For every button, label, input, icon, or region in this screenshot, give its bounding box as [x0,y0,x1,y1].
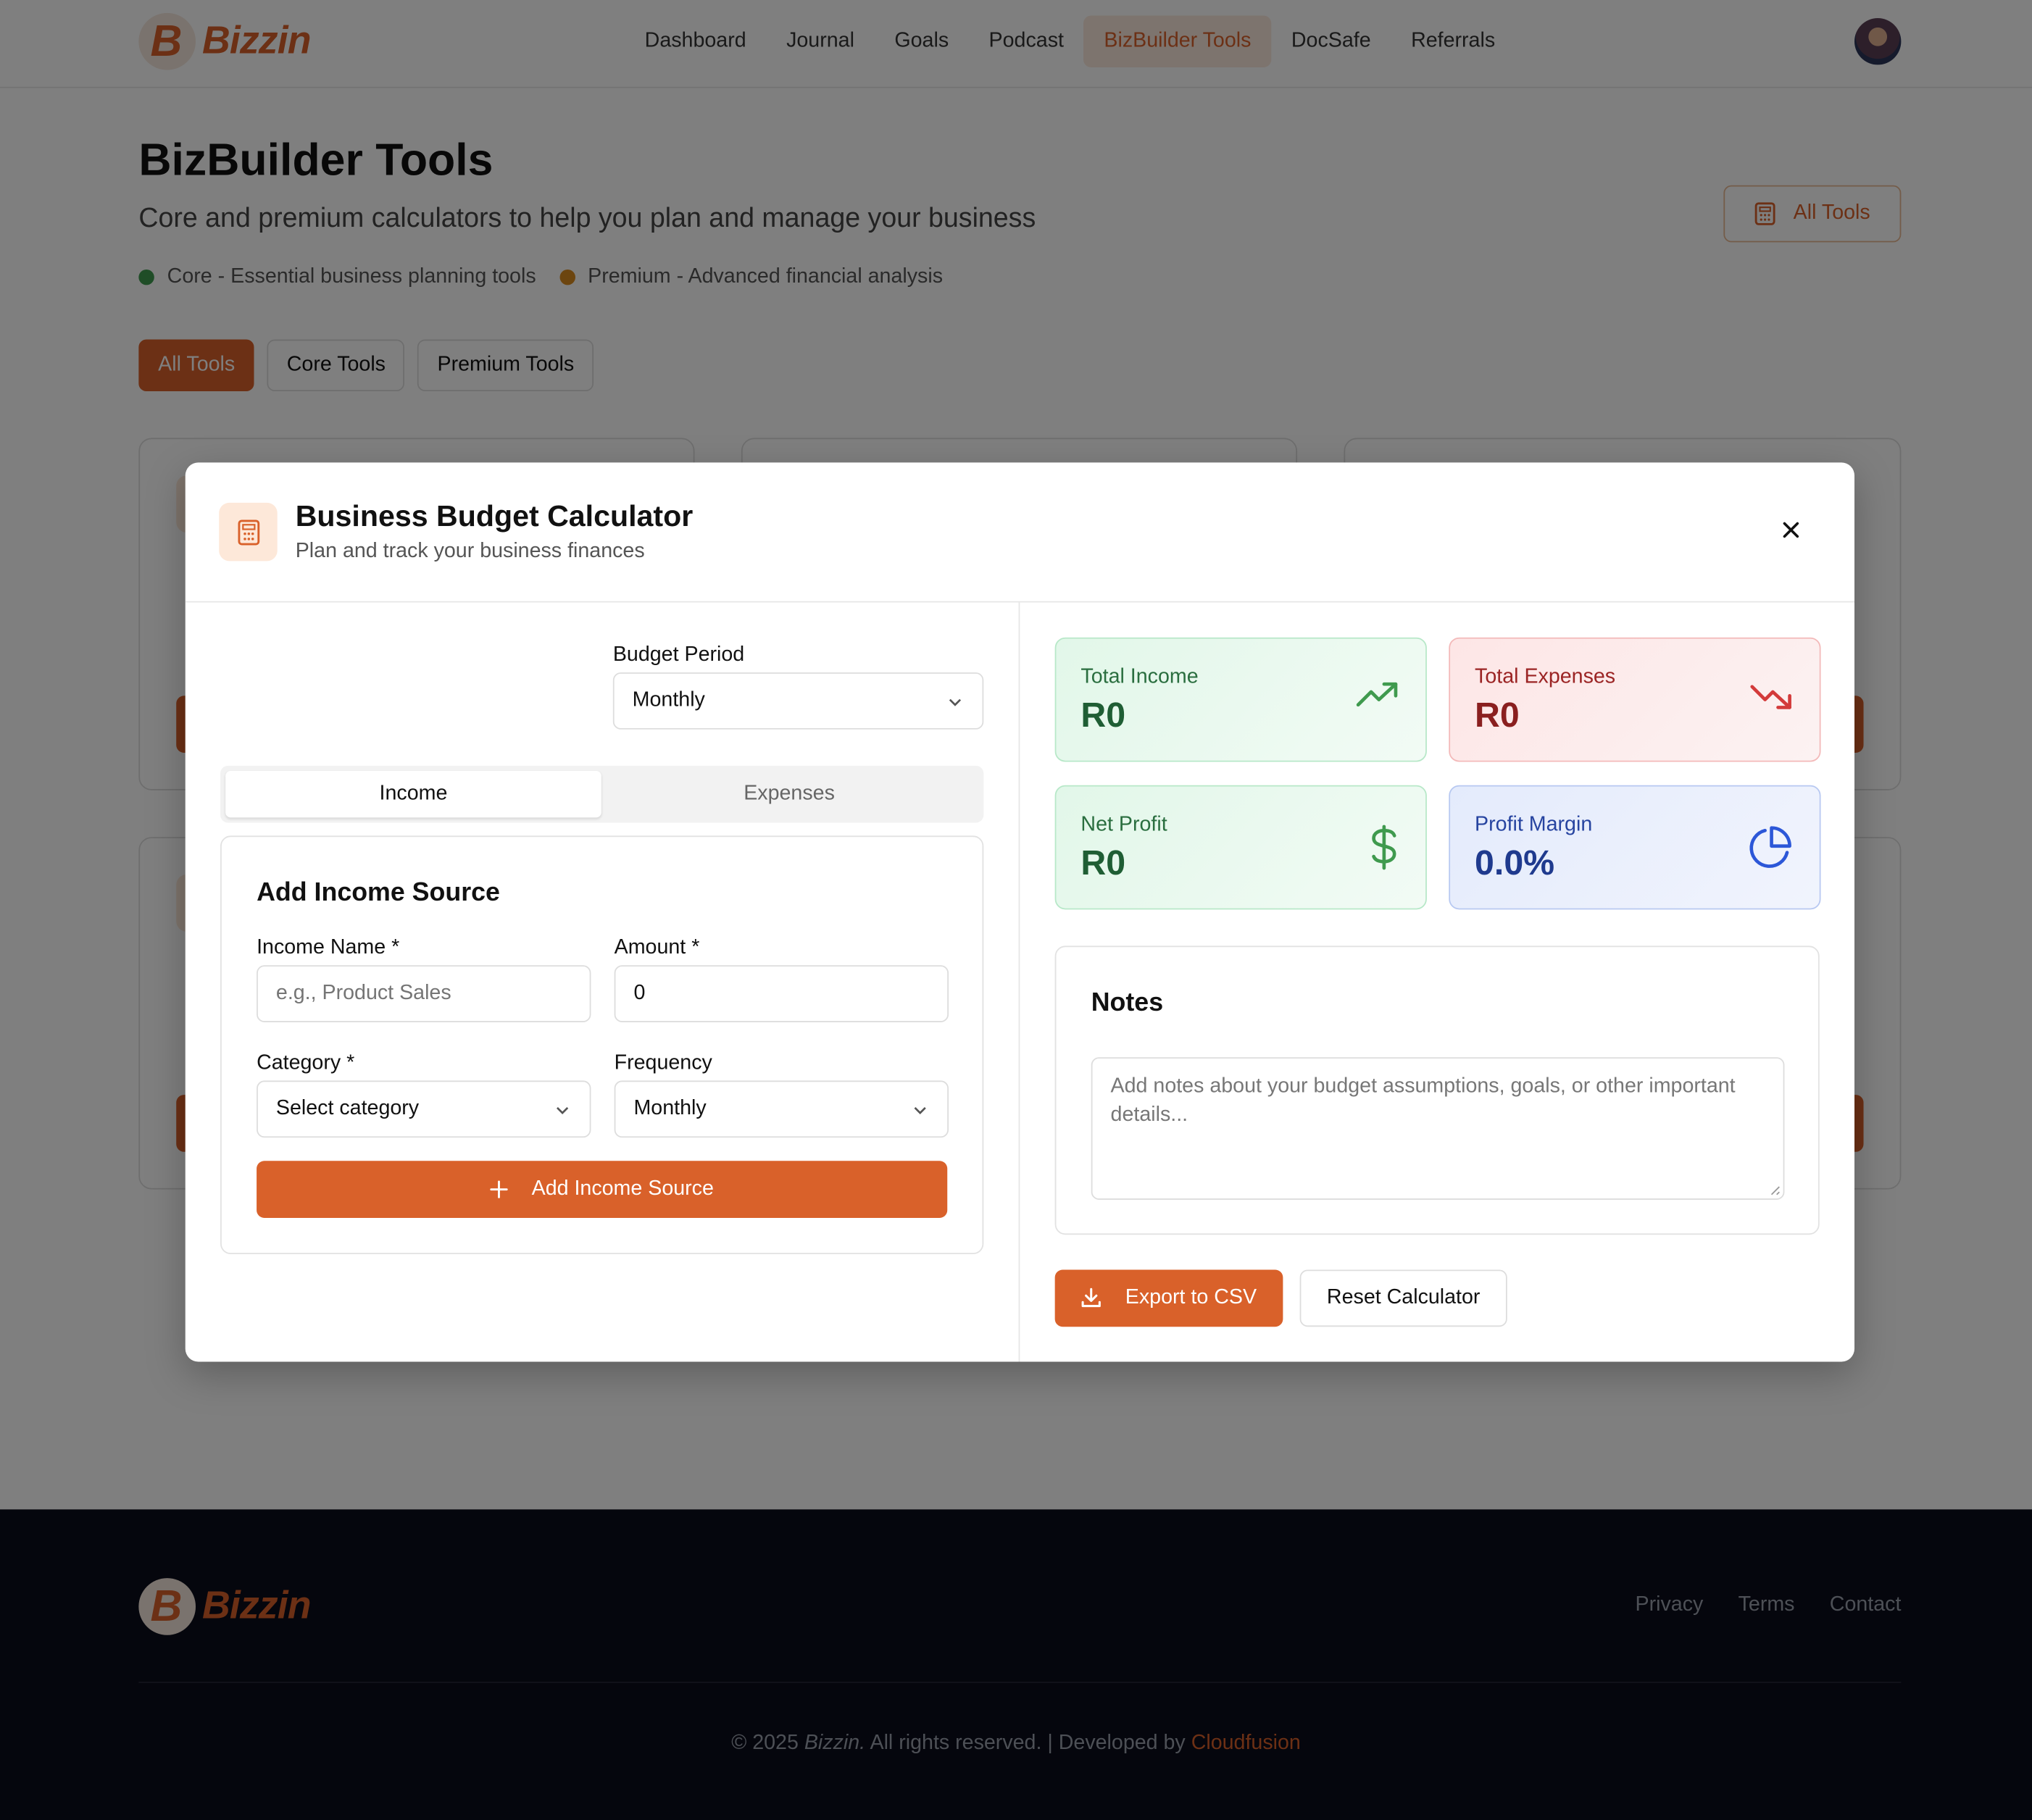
add-income-source-label: Add Income Source [531,1177,714,1200]
income-name-label: Income Name * [257,936,400,959]
add-income-source-button[interactable]: Add Income Source [257,1161,948,1218]
notes-title: Notes [1091,988,1164,1017]
category-select[interactable]: Select category [257,1080,591,1138]
chevron-down-icon [949,698,962,706]
net-profit-card: Net Profit R0 [1054,785,1427,910]
resize-handle-icon[interactable] [1767,1183,1781,1196]
form-title: Add Income Source [257,878,500,907]
download-icon [1082,1287,1102,1308]
calculator-icon [219,502,278,562]
net-profit-label: Net Profit [1080,814,1167,836]
tab-income[interactable]: Income [225,771,601,818]
modal-title: Business Budget Calculator [295,498,694,533]
profit-margin-card: Profit Margin 0.0% [1449,785,1821,910]
income-name-input[interactable] [257,965,591,1022]
frequency-label: Frequency [614,1052,712,1074]
budget-period-value: Monthly [632,689,705,711]
notes-card: Notes Add notes about your budget assump… [1054,946,1820,1235]
trending-up-icon [1356,682,1398,707]
total-expenses-card: Total Expenses R0 [1449,637,1821,762]
budget-period-select[interactable]: Monthly [612,672,984,730]
chevron-down-icon [914,1107,926,1115]
pie-chart-icon [1749,826,1791,868]
dollar-icon [1372,825,1396,870]
category-value: Select category [275,1097,420,1120]
tab-expenses[interactable]: Expenses [601,771,978,817]
add-income-form: Add Income Source Income Name * Amount *… [220,835,984,1255]
modal-column-divider [1018,602,1020,1362]
frequency-value: Monthly [633,1097,707,1120]
amount-input[interactable]: 0 [614,965,949,1022]
profit-margin-value: 0.0% [1475,843,1555,882]
total-income-label: Total Income [1080,666,1199,688]
total-income-value: R0 [1080,696,1126,735]
frequency-select[interactable]: Monthly [614,1080,949,1138]
amount-value: 0 [633,982,646,1004]
reset-calculator-button[interactable]: Reset Calculator [1299,1269,1507,1327]
budget-period-label: Budget Period [612,643,745,667]
total-expenses-label: Total Expenses [1475,666,1616,688]
budget-calculator-modal: Business Budget Calculator Plan and trac… [185,462,1855,1362]
app-root: B Bizzin Dashboard Journal Goals Podcast… [0,0,2032,1820]
total-income-card: Total Income R0 [1054,637,1427,762]
export-csv-label: Export to CSV [1125,1286,1257,1309]
export-csv-button[interactable]: Export to CSV [1054,1269,1283,1327]
modal-subtitle: Plan and track your business finances [295,540,645,563]
chevron-down-icon [557,1107,569,1115]
plus-icon [490,1180,509,1198]
notes-placeholder: Add notes about your budget assumptions,… [1110,1075,1736,1127]
total-expenses-value: R0 [1475,696,1520,735]
profit-margin-label: Profit Margin [1475,814,1593,836]
modal-header: Business Budget Calculator Plan and trac… [185,462,1855,603]
net-profit-value: R0 [1080,843,1126,882]
income-expense-tabs: Income Expenses [220,765,984,823]
trending-down-icon [1750,685,1791,709]
close-icon[interactable] [1778,517,1804,543]
amount-label: Amount * [614,936,700,959]
category-label: Category * [257,1052,355,1074]
notes-textarea[interactable]: Add notes about your budget assumptions,… [1091,1057,1785,1200]
